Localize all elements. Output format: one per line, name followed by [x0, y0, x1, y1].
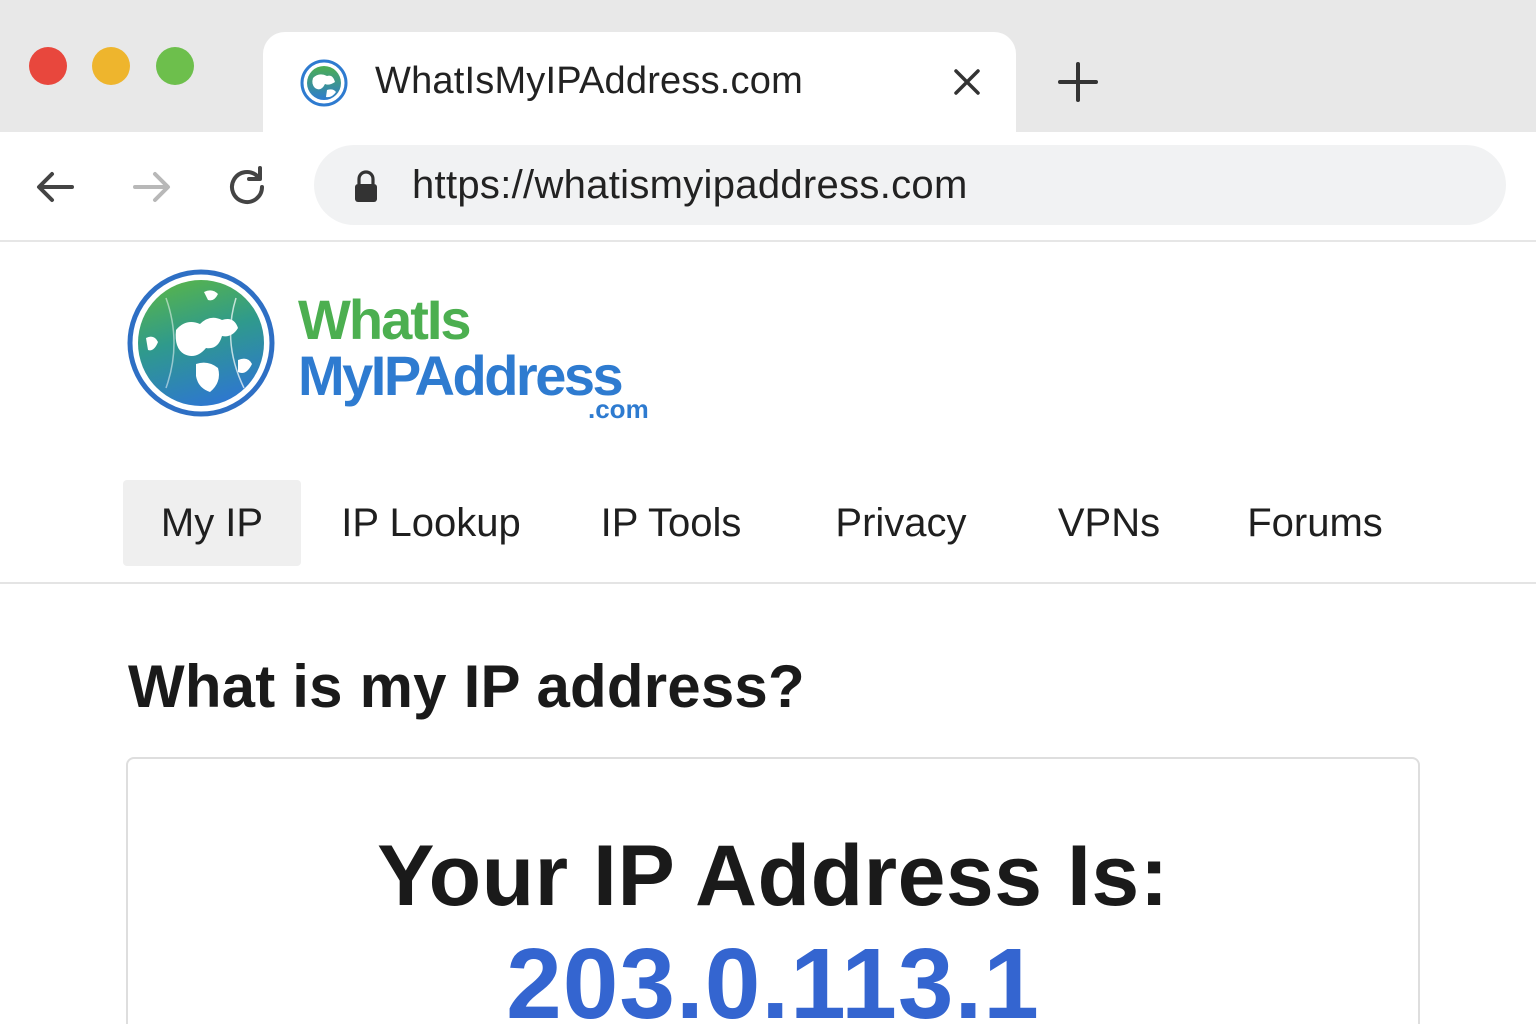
logo-text-suffix: .com	[588, 394, 649, 424]
tab-strip: WhatIsMyIPAddress.com	[0, 0, 1536, 136]
nav-item-ip-lookup[interactable]: IP Lookup	[326, 480, 536, 566]
nav-item-forums[interactable]: Forums	[1232, 480, 1398, 566]
reload-icon[interactable]	[222, 162, 272, 212]
site-nav: My IP IP Lookup IP Tools Privacy VPNs Fo…	[0, 480, 1536, 584]
ip-heading: Your IP Address Is:	[377, 828, 1169, 924]
ip-card: Your IP Address Is: 203.0.113.1	[126, 757, 1420, 1024]
arrow-left-icon[interactable]	[30, 162, 80, 212]
plus-icon[interactable]	[1054, 58, 1102, 106]
ip-address-value[interactable]: 203.0.113.1	[128, 927, 1418, 1024]
window-maximize-button[interactable]	[156, 47, 194, 85]
nav-item-my-ip[interactable]: My IP	[123, 480, 301, 566]
close-icon[interactable]	[947, 62, 987, 102]
globe-icon	[300, 59, 348, 107]
globe-icon	[127, 269, 275, 417]
address-bar[interactable]: https://whatismyipaddress.com	[314, 145, 1506, 225]
nav-item-privacy[interactable]: Privacy	[820, 480, 982, 566]
page-title: What is my IP address?	[128, 653, 805, 720]
logo-text-line1: WhatIs	[298, 288, 472, 351]
logo-text-line2: MyIPAddress	[298, 344, 624, 407]
arrow-right-icon[interactable]	[127, 162, 177, 212]
browser-tab[interactable]: WhatIsMyIPAddress.com	[263, 32, 1016, 136]
lock-icon[interactable]	[350, 169, 382, 205]
browser-toolbar: https://whatismyipaddress.com	[0, 132, 1536, 242]
tab-title: WhatIsMyIPAddress.com	[375, 60, 803, 102]
url-text[interactable]: https://whatismyipaddress.com	[412, 163, 968, 208]
window-close-button[interactable]	[29, 47, 67, 85]
window-minimize-button[interactable]	[92, 47, 130, 85]
nav-item-vpns[interactable]: VPNs	[1044, 480, 1174, 566]
nav-item-ip-tools[interactable]: IP Tools	[586, 480, 756, 566]
